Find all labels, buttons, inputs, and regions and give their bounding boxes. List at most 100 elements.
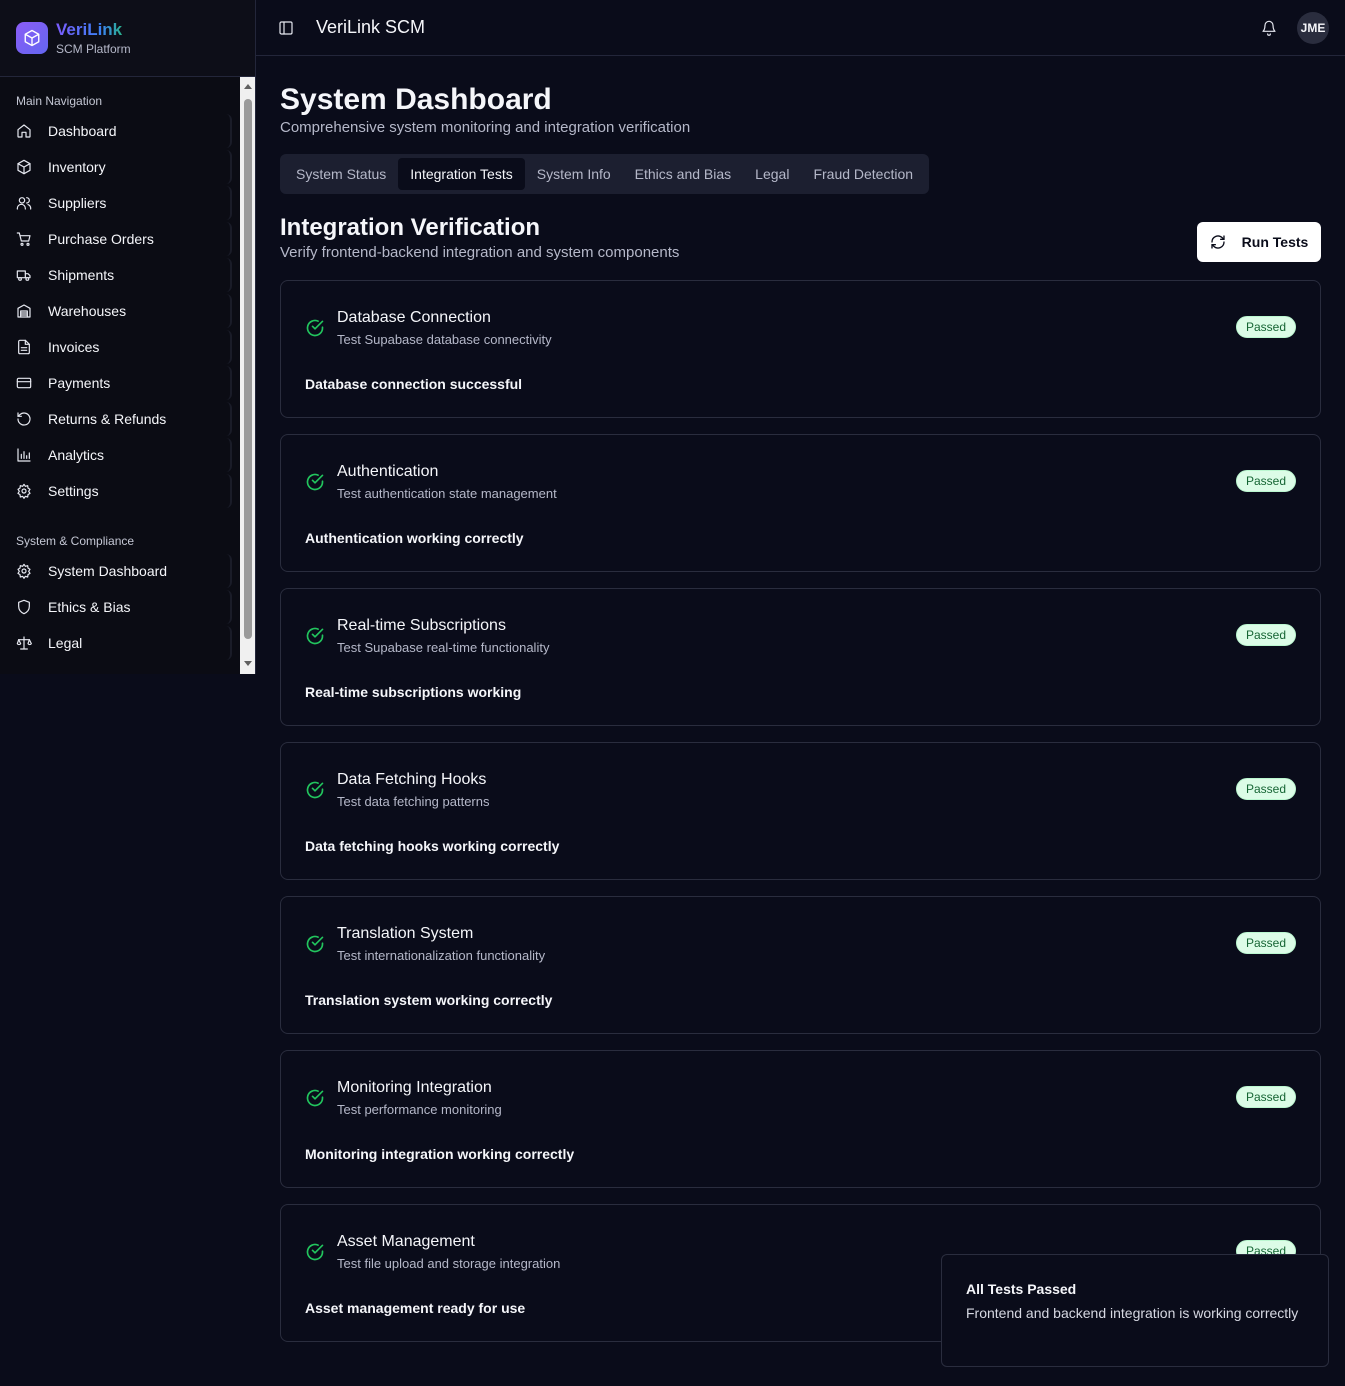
sidebar-item-system-dashboard[interactable]: System Dashboard (8, 554, 232, 588)
scroll-up-icon[interactable] (244, 84, 252, 89)
nav-section-system-label: System & Compliance (16, 534, 135, 548)
test-card-translation-system: Translation System Test internationaliza… (280, 896, 1321, 1034)
toast-notification[interactable]: All Tests Passed Frontend and backend in… (941, 1254, 1329, 1367)
status-badge: Passed (1235, 932, 1296, 954)
test-card-authentication: Authentication Test authentication state… (280, 434, 1321, 572)
sidebar-item-payments[interactable]: Payments (8, 366, 232, 400)
status-badge: Passed (1235, 316, 1296, 338)
tab-fraud-detection[interactable]: Fraud Detection (801, 158, 925, 190)
sidebar-toggle-icon[interactable] (278, 20, 294, 36)
credit-card-icon (16, 375, 32, 391)
test-title: Database Connection (337, 309, 491, 326)
sidebar-item-label: Suppliers (48, 195, 107, 211)
check-circle-icon (305, 1242, 325, 1262)
check-circle-icon (305, 472, 325, 492)
top-bar: VeriLink SCM JME (256, 0, 1345, 56)
test-result: Translation system working correctly (305, 992, 553, 1008)
sidebar-item-dashboard[interactable]: Dashboard (8, 114, 232, 148)
nav-section-main-label: Main Navigation (16, 94, 103, 108)
sidebar-item-returns-refunds[interactable]: Returns & Refunds (8, 402, 232, 436)
test-title: Asset Management (337, 1233, 475, 1250)
brand-subtitle: SCM Platform (56, 42, 131, 56)
truck-icon (16, 267, 32, 283)
test-description: Test data fetching patterns (337, 794, 490, 809)
test-description: Test internationalization functionality (337, 948, 546, 963)
brand[interactable]: VeriLink SCM Platform (0, 0, 255, 77)
shield-icon (16, 599, 32, 615)
cart-icon (16, 231, 32, 247)
tab-system-status[interactable]: System Status (284, 158, 398, 190)
section-title: Integration Verification (280, 214, 541, 241)
toast-body: Frontend and backend integration is work… (966, 1305, 1299, 1321)
rotate-icon (16, 411, 32, 427)
gear-icon (16, 563, 32, 579)
avatar[interactable]: JME (1297, 12, 1329, 44)
toast-title: All Tests Passed (966, 1281, 1077, 1297)
test-description: Test Supabase database connectivity (337, 332, 552, 347)
run-tests-button[interactable]: Run Tests (1197, 222, 1321, 262)
scroll-down-icon[interactable] (244, 661, 252, 666)
test-result: Asset management ready for use (305, 1300, 526, 1316)
scroll-thumb[interactable] (244, 99, 252, 639)
tab-system-info[interactable]: System Info (525, 158, 623, 190)
sidebar-item-label: Warehouses (48, 303, 127, 319)
sidebar-item-invoices[interactable]: Invoices (8, 330, 232, 364)
sidebar-item-settings[interactable]: Settings (8, 474, 232, 508)
sidebar-item-label: Invoices (48, 339, 100, 355)
sidebar: VeriLink SCM Platform Main Navigation Da… (0, 0, 256, 674)
bar-chart-icon (16, 447, 32, 463)
test-card-data-fetching-hooks: Data Fetching Hooks Test data fetching p… (280, 742, 1321, 880)
sidebar-item-warehouses[interactable]: Warehouses (8, 294, 232, 328)
page-subtitle: Comprehensive system monitoring and inte… (280, 119, 691, 136)
sidebar-item-label: System Dashboard (48, 563, 168, 579)
check-circle-icon (305, 1088, 325, 1108)
test-title: Real-time Subscriptions (337, 617, 506, 634)
check-circle-icon (305, 626, 325, 646)
test-list: Database Connection Test Supabase databa… (280, 280, 1321, 1342)
sidebar-scrollbar[interactable] (240, 77, 255, 674)
test-description: Test Supabase real-time functionality (337, 640, 550, 655)
sidebar-item-label: Settings (48, 483, 99, 499)
app-title: VeriLink SCM (316, 17, 426, 37)
tab-ethics-and-bias[interactable]: Ethics and Bias (623, 158, 744, 190)
test-description: Test file upload and storage integration (337, 1256, 561, 1271)
status-badge: Passed (1235, 778, 1296, 800)
sidebar-item-label: Purchase Orders (48, 231, 154, 247)
sidebar-item-purchase-orders[interactable]: Purchase Orders (8, 222, 232, 256)
sidebar-nav: Main Navigation Dashboard Inventory Supp… (0, 77, 240, 674)
test-result: Data fetching hooks working correctly (305, 838, 560, 854)
test-result: Real-time subscriptions working (305, 684, 522, 700)
sidebar-item-label: Payments (48, 375, 111, 391)
test-title: Translation System (337, 925, 474, 942)
status-badge: Passed (1235, 1086, 1296, 1108)
test-result: Monitoring integration working correctly (305, 1146, 575, 1162)
test-description: Test authentication state management (337, 486, 557, 501)
package-logo-icon (16, 22, 48, 54)
scale-icon (16, 635, 32, 651)
sidebar-item-label: Inventory (48, 159, 106, 175)
sidebar-item-label: Returns & Refunds (48, 411, 167, 427)
test-card-realtime-subscriptions: Real-time Subscriptions Test Supabase re… (280, 588, 1321, 726)
tab-list: System Status Integration Tests System I… (280, 154, 930, 194)
sidebar-item-shipments[interactable]: Shipments (8, 258, 232, 292)
users-icon (16, 195, 32, 211)
tab-integration-tests[interactable]: Integration Tests (398, 158, 525, 190)
check-circle-icon (305, 934, 325, 954)
sidebar-item-label: Ethics & Bias (48, 599, 131, 615)
sidebar-item-suppliers[interactable]: Suppliers (8, 186, 232, 220)
sidebar-item-legal[interactable]: Legal (8, 626, 232, 660)
bell-icon[interactable] (1261, 20, 1277, 36)
test-title: Data Fetching Hooks (337, 771, 487, 788)
gear-icon (16, 483, 32, 499)
file-icon (16, 339, 32, 355)
warehouse-icon (16, 303, 32, 319)
test-title: Monitoring Integration (337, 1079, 492, 1096)
section-header: Integration Verification Verify frontend… (280, 214, 1321, 276)
sidebar-item-inventory[interactable]: Inventory (8, 150, 232, 184)
test-result: Database connection successful (305, 376, 523, 392)
page-title: System Dashboard (280, 83, 552, 116)
brand-name: VeriLink (56, 20, 131, 40)
tab-legal[interactable]: Legal (743, 158, 801, 190)
sidebar-item-analytics[interactable]: Analytics (8, 438, 232, 472)
sidebar-item-ethics-bias[interactable]: Ethics & Bias (8, 590, 232, 624)
